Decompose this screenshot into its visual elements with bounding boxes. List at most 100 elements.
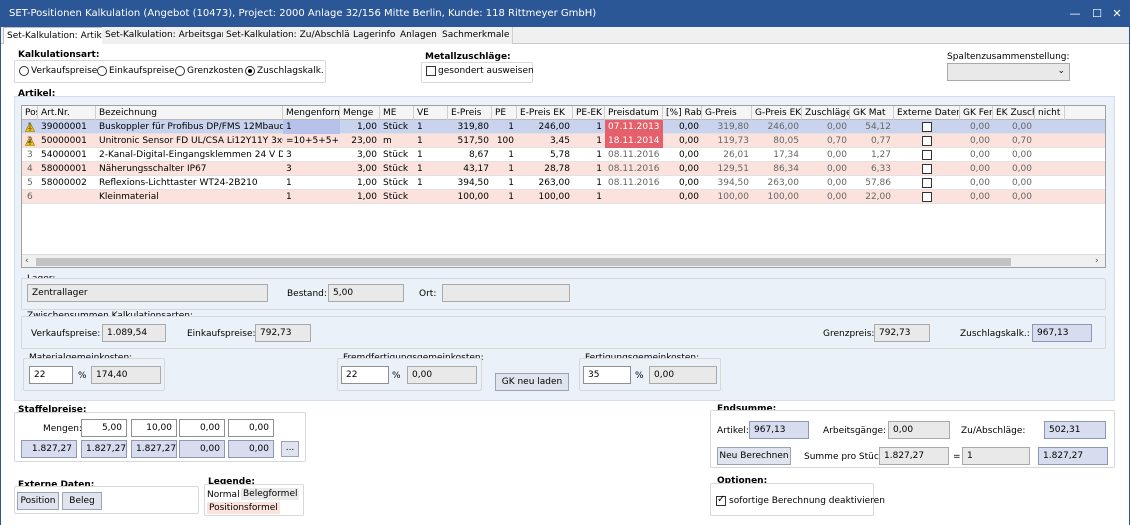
cell-menge[interactable]: 3,00 [340, 148, 380, 162]
cell-formel[interactable]: 3 [283, 148, 340, 162]
externe-daten-checkbox-cell[interactable] [894, 148, 960, 162]
end-zu-field[interactable]: 502,31 [1044, 421, 1106, 439]
cell-art[interactable]: 58000001 [38, 162, 96, 176]
close-icon[interactable]: ✕ [1109, 6, 1125, 22]
staffel-preis-2[interactable]: 1.827,27 [131, 440, 177, 458]
externe-daten-checkbox[interactable] [922, 122, 932, 132]
cell-peek[interactable]: 1 [573, 190, 605, 204]
staffel-menge-1[interactable]: 5,00 [81, 419, 127, 437]
cell-gpreis[interactable]: 394,50 [702, 176, 752, 190]
cell-formel[interactable]: 1 [283, 120, 340, 134]
cell-bez[interactable]: Buskoppler für Profibus DP/FMS 12Mbaud\D… [96, 120, 283, 134]
cell-empty[interactable] [1035, 190, 1065, 204]
gk-neu-laden-button[interactable]: GK neu laden [495, 373, 569, 391]
cell-zuschl[interactable]: 0,00 [802, 190, 850, 204]
end-artikel-field[interactable]: 967,13 [749, 421, 809, 439]
staffel-preis-4[interactable]: 0,00 [228, 440, 274, 458]
table-row[interactable]: 1 39000001 Buskoppler für Profibus DP/FMS … [22, 120, 1105, 134]
cell-pe[interactable]: 1 [492, 120, 517, 134]
cell-gpreisek[interactable]: 17,34 [752, 148, 802, 162]
lager-field[interactable]: Zentrallager [27, 284, 268, 302]
cell-ve[interactable]: 1 [414, 162, 448, 176]
fremd-pct-input[interactable]: 22 [341, 366, 389, 384]
radio-einkaufspreise[interactable] [97, 66, 107, 76]
tab-sachmerkmale[interactable]: Sachmerkmale [439, 27, 514, 44]
cell-gpreis[interactable]: 129,51 [702, 162, 752, 176]
position-button[interactable]: Position [17, 492, 59, 510]
end-total-field[interactable]: 1.827,27 [1038, 447, 1108, 465]
cell-formel[interactable]: 1 [283, 190, 340, 204]
table-row[interactable]: 5 58000002 Reflexions-Lichttaster WT24-2B2… [22, 176, 1105, 190]
end-ag-field[interactable]: 0,00 [888, 421, 950, 439]
externe-daten-checkbox-cell[interactable] [894, 134, 960, 148]
cell-ekz[interactable]: 0,00 [993, 148, 1035, 162]
cell-datum[interactable]: 08.11.2016 [605, 162, 663, 176]
cell-datum[interactable]: 08.11.2016 [605, 176, 663, 190]
cell-gpreis[interactable]: 119,73 [702, 134, 752, 148]
cell-ekz[interactable]: 0,00 [993, 190, 1035, 204]
cell-epreis[interactable]: 394,50 [448, 176, 492, 190]
externe-daten-checkbox-cell[interactable] [894, 176, 960, 190]
column-header[interactable]: Externe Daten [894, 106, 960, 120]
cell-menge[interactable]: 1,00 [340, 190, 380, 204]
cell-gkfer[interactable]: 0,00 [960, 134, 993, 148]
staffel-preis-0[interactable]: 1.827,27 [21, 440, 77, 458]
staffel-preis-3[interactable]: 0,00 [179, 440, 225, 458]
cell-gpreisek[interactable]: 100,00 [752, 190, 802, 204]
cell-gpreisek[interactable]: 80,05 [752, 134, 802, 148]
externe-daten-checkbox[interactable] [922, 178, 932, 188]
cell-epreisek[interactable]: 5,78 [517, 148, 573, 162]
cell-peek[interactable]: 1 [573, 120, 605, 134]
cell-menge[interactable]: 23,00 [340, 134, 380, 148]
cell-empty[interactable] [1035, 176, 1065, 190]
cell-ekz[interactable]: 0,00 [993, 120, 1035, 134]
column-header[interactable]: Art.Nr. [38, 106, 96, 120]
cell-me[interactable]: Stück [380, 176, 414, 190]
cell-pe[interactable]: 1 [492, 190, 517, 204]
cell-me[interactable]: Stück [380, 120, 414, 134]
scroll-left-icon[interactable]: ‹ [25, 256, 29, 266]
cell-epreisek[interactable]: 263,00 [517, 176, 573, 190]
scrollbar-thumb[interactable] [36, 258, 1011, 266]
column-header[interactable]: G-Preis [702, 106, 752, 120]
table-row[interactable]: 3 54000001 2-Kanal-Digital-Eingangsklemmen… [22, 148, 1105, 162]
cell-gkmat[interactable]: 0,77 [850, 134, 894, 148]
radio-verkaufspreise[interactable] [19, 66, 29, 76]
table-row[interactable]: 6 Kleinmaterial 1 1,00 Stück 100,00 1 100,00 1 0,… [22, 190, 1105, 204]
cell-me[interactable]: Stück [380, 162, 414, 176]
tab-anlagen[interactable]: Anlagen [397, 27, 441, 44]
cell-empty[interactable] [1035, 148, 1065, 162]
zuschlagskalk-sum-field[interactable]: 967,13 [1032, 324, 1092, 342]
cell-menge[interactable]: 3,00 [340, 162, 380, 176]
cell-gkmat[interactable]: 57,86 [850, 176, 894, 190]
cell-gpreisek[interactable]: 246,00 [752, 120, 802, 134]
staffel-menge-2[interactable]: 10,00 [131, 419, 177, 437]
cell-art[interactable]: 54000001 [38, 148, 96, 162]
cell-datum[interactable]: 18.11.2014 [605, 134, 663, 148]
cell-gkmat[interactable]: 54,12 [850, 120, 894, 134]
externe-daten-checkbox-cell[interactable] [894, 162, 960, 176]
radio-zuschlagskalk[interactable] [245, 66, 255, 76]
cell-epreis[interactable]: 100,00 [448, 190, 492, 204]
radio-grenzkosten[interactable] [175, 66, 185, 76]
cell-pe[interactable]: 1 [492, 176, 517, 190]
cell-bez[interactable]: Reflexions-Lichttaster WT24-2B210 [96, 176, 283, 190]
externe-daten-checkbox-cell[interactable] [894, 120, 960, 134]
cell-bez[interactable]: Unitronic Sensor FD UL/CSA Li12Y11Y 3x0,… [96, 134, 283, 148]
cell-gpreis[interactable]: 319,80 [702, 120, 752, 134]
cell-zuschl[interactable]: 0,00 [802, 176, 850, 190]
cell-gpreis[interactable]: 100,00 [702, 190, 752, 204]
cell-pe[interactable]: 100 [492, 134, 517, 148]
cell-epreis[interactable]: 319,80 [448, 120, 492, 134]
cell-empty[interactable] [1035, 134, 1065, 148]
cell-bez[interactable]: Näherungsschalter IP67 [96, 162, 283, 176]
cell-gpreisek[interactable]: 86,34 [752, 162, 802, 176]
cell-ve[interactable] [414, 190, 448, 204]
staffel-menge-4[interactable]: 0,00 [228, 419, 274, 437]
cell-epreisek[interactable]: 28,78 [517, 162, 573, 176]
cell-pos[interactable]: 4 [24, 162, 38, 176]
cell-datum[interactable]: 07.11.2013 [605, 120, 663, 134]
column-header[interactable]: Bezeichnung [96, 106, 283, 120]
column-header[interactable]: nicht [1035, 106, 1065, 120]
cell-formel[interactable]: 3 [283, 162, 340, 176]
